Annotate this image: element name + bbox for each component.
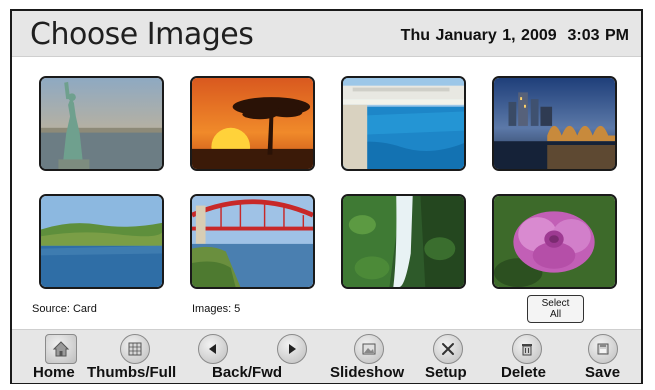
select-all-label-line2: All: [549, 309, 562, 320]
save-button[interactable]: Save: [585, 364, 620, 381]
floppy-disk-icon[interactable]: [588, 334, 618, 364]
thumbnail-savanna-sunset[interactable]: [190, 76, 315, 171]
thumbnail-lake-shore[interactable]: [39, 194, 164, 289]
thumbnails-icon[interactable]: [120, 334, 150, 364]
home-icon[interactable]: [45, 334, 77, 364]
bottom-toolbar: Home Thumbs/Full Back/Fwd Slideshow Setu…: [12, 329, 641, 383]
delete-button[interactable]: Delete: [501, 364, 546, 381]
thumbs-full-button[interactable]: Thumbs/Full: [87, 364, 176, 381]
thumbnail-infinity-pool[interactable]: [341, 76, 466, 171]
date-time: Thu January 1, 2009 3:03 PM: [400, 27, 629, 44]
setup-button[interactable]: Setup: [425, 364, 467, 381]
header-bar: Choose Images Thu January 1, 2009 3:03 P…: [12, 11, 641, 57]
thumbnail-statue-of-liberty[interactable]: [39, 76, 164, 171]
select-all-label-line1: Select: [541, 298, 570, 309]
thumbnail-city-bridge-night[interactable]: [492, 76, 617, 171]
slideshow-button[interactable]: Slideshow: [330, 364, 404, 381]
back-arrow-icon[interactable]: [198, 334, 228, 364]
tools-icon[interactable]: [433, 334, 463, 364]
trash-icon[interactable]: [512, 334, 542, 364]
thumbnail-pink-flower[interactable]: [492, 194, 617, 289]
thumbnail-red-bridge[interactable]: [190, 194, 315, 289]
thumbnail-waterfall[interactable]: [341, 194, 466, 289]
slideshow-icon[interactable]: [354, 334, 384, 364]
images-count: Images: 5: [192, 303, 241, 315]
select-all-button[interactable]: Select All: [527, 295, 584, 323]
forward-arrow-icon[interactable]: [277, 334, 307, 364]
page-title: Choose Images: [30, 17, 254, 52]
source-label: Source: Card: [32, 303, 97, 315]
app-window: Choose Images Thu January 1, 2009 3:03 P…: [10, 9, 643, 384]
back-fwd-button[interactable]: Back/Fwd: [212, 364, 282, 381]
home-button[interactable]: Home: [33, 364, 75, 381]
